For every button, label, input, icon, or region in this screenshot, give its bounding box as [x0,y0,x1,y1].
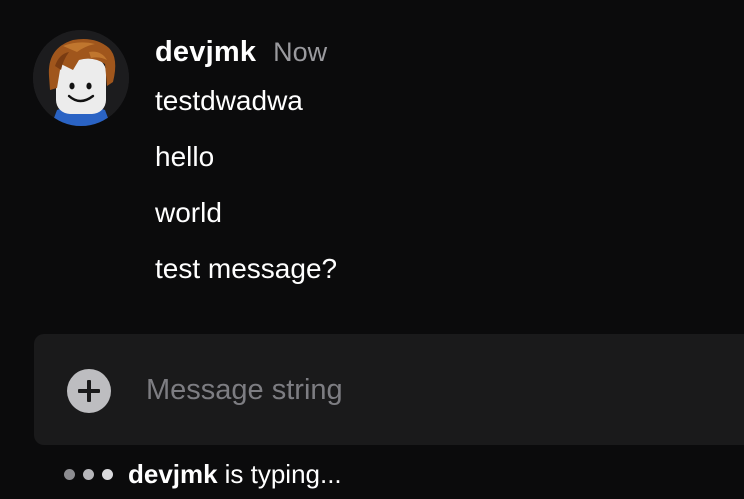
add-attachment-button[interactable] [67,369,111,413]
username[interactable]: devjmk [155,36,256,69]
typing-dots-icon [64,468,113,480]
typing-indicator: devjmk is typing... [64,456,342,492]
roblox-avatar-icon [33,30,129,126]
typing-username: devjmk [128,458,218,489]
message-text: hello [155,141,215,172]
plus-circle-icon [78,380,100,402]
message-content: devjmk Now testdwadwa hello world test m… [155,30,744,286]
message-header: devjmk Now [155,30,744,82]
typing-status-text: is typing... [224,458,342,489]
message-input[interactable] [146,364,706,416]
message-text: test message? [155,253,338,284]
message-text: testdwadwa [155,85,303,116]
message-composer [34,334,744,445]
chat-view: devjmk Now testdwadwa hello world test m… [0,0,744,499]
message-text: world [155,197,222,228]
timestamp: Now [273,37,328,67]
avatar[interactable] [33,30,129,126]
